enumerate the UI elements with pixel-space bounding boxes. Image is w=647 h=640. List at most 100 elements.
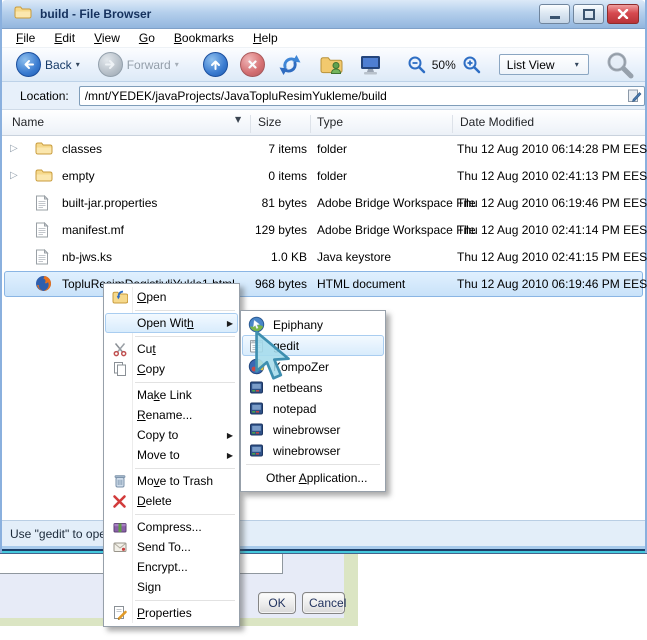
wine-app-icon: [246, 401, 266, 416]
table-row[interactable]: manifest.mf 129 bytes Adobe Bridge Works…: [2, 217, 647, 244]
wine-app-icon: [246, 443, 266, 458]
menu-item-copy-to[interactable]: Copy to ▶: [105, 425, 238, 445]
file-size: 1.0 KB: [270, 250, 307, 264]
submenu-arrow-icon: ▶: [226, 318, 233, 328]
location-action-icon[interactable]: [627, 88, 642, 106]
menu-item-label: Move to: [137, 448, 180, 462]
table-row[interactable]: ▷ classes 7 items folder Thu 12 Aug 2010…: [2, 136, 647, 163]
close-button[interactable]: [607, 4, 639, 24]
back-label: Back: [45, 57, 72, 72]
menu-file[interactable]: File: [16, 31, 35, 45]
table-row[interactable]: ▷ empty 0 items folder Thu 12 Aug 2010 0…: [2, 163, 647, 190]
column-divider[interactable]: [310, 115, 311, 133]
back-button[interactable]: Back ▾: [16, 52, 82, 77]
search-button[interactable]: [605, 50, 635, 80]
column-header-type[interactable]: Type: [317, 115, 343, 129]
file-date: Thu 12 Aug 2010 06:14:28 PM EEST: [457, 142, 647, 156]
back-dropdown-icon[interactable]: ▾: [76, 60, 80, 69]
file-name: manifest.mf: [62, 223, 125, 237]
file-name: empty: [62, 169, 95, 183]
titlebar[interactable]: build - File Browser: [2, 0, 645, 29]
home-folder-icon: [320, 56, 343, 74]
file-type: folder: [317, 142, 348, 156]
forward-icon: [97, 52, 123, 77]
ok-button[interactable]: OK: [258, 592, 296, 614]
file-date: Thu 12 Aug 2010 02:41:15 PM EEST: [457, 250, 647, 264]
search-icon: [607, 52, 634, 78]
menu-item-encrypt[interactable]: Encrypt...: [105, 557, 238, 577]
window-folder-icon: [14, 5, 32, 23]
zoom-out-icon: [408, 56, 425, 74]
submenu-item-other-application[interactable]: Other Application...: [242, 467, 384, 488]
menu-bookmarks[interactable]: Bookmarks: [174, 31, 234, 45]
menu-item-open-with[interactable]: Open With ▶: [105, 313, 238, 333]
forward-button[interactable]: Forward ▾: [97, 52, 181, 77]
file-name: nb-jws.ks: [62, 250, 113, 264]
menu-item-rename[interactable]: Rename...: [105, 405, 238, 425]
archive-icon: [109, 519, 130, 535]
maximize-button[interactable]: [573, 4, 604, 24]
menu-item-move-to-trash[interactable]: Move to Trash: [105, 471, 238, 491]
zoom-in-button[interactable]: [462, 55, 481, 74]
menu-item-compress[interactable]: Compress...: [105, 517, 238, 537]
sort-descending-icon: ▼: [235, 115, 242, 124]
column-header-date[interactable]: Date Modified: [460, 115, 534, 129]
submenu-item-label: Other Application...: [266, 470, 368, 485]
expander-icon[interactable]: ▷: [10, 170, 18, 181]
submenu-item-label: winebrowser: [273, 422, 341, 437]
menu-item-label: Make Link: [137, 388, 192, 402]
folder-icon: [35, 168, 53, 186]
menu-item-label: Move to Trash: [137, 474, 214, 488]
stop-button: [239, 52, 265, 77]
expander-icon[interactable]: ▷: [10, 143, 18, 154]
submenu-item-notepad[interactable]: notepad: [242, 398, 384, 419]
column-header-size[interactable]: Size: [258, 115, 281, 129]
up-button[interactable]: [202, 52, 228, 77]
maximize-icon: [582, 8, 595, 20]
menu-go[interactable]: Go: [139, 31, 155, 45]
firefox-icon: [35, 275, 52, 295]
menu-item-sign[interactable]: Sign: [105, 577, 238, 597]
close-icon: [617, 9, 629, 19]
column-header-name[interactable]: Name: [12, 115, 44, 129]
computer-button[interactable]: [357, 54, 383, 76]
file-size: 7 items: [268, 142, 307, 156]
menu-edit[interactable]: Edit: [54, 31, 75, 45]
toolbar: Back ▾ Forward ▾ 50% List View ▾: [2, 48, 645, 82]
view-mode-select[interactable]: List View ▾: [498, 54, 589, 75]
submenu-item-winebrowser[interactable]: winebrowser: [242, 419, 384, 440]
menu-help[interactable]: Help: [253, 31, 278, 45]
file-name: built-jar.properties: [62, 196, 158, 210]
file-name: classes: [62, 142, 103, 156]
table-row[interactable]: nb-jws.ks 1.0 KB Java keystore Thu 12 Au…: [2, 244, 647, 271]
submenu-item-winebrowser[interactable]: winebrowser: [242, 440, 384, 461]
menu-item-cut[interactable]: Cut: [105, 339, 238, 359]
cancel-button[interactable]: Cancel: [302, 592, 346, 614]
refresh-button[interactable]: [277, 53, 303, 77]
file-size: 81 bytes: [261, 196, 307, 210]
refresh-icon: [279, 54, 301, 75]
menu-item-properties[interactable]: Properties: [105, 603, 238, 623]
file-size: 129 bytes: [254, 223, 307, 237]
home-folder-button[interactable]: [319, 54, 345, 76]
menu-item-copy[interactable]: Copy: [105, 359, 238, 379]
file-type: Java keystore: [317, 250, 392, 264]
file-icon: [35, 194, 49, 214]
file-type: HTML document: [317, 277, 406, 291]
menu-item-send-to[interactable]: Send To...: [105, 537, 238, 557]
zoom-out-button[interactable]: [407, 55, 426, 74]
column-divider[interactable]: [250, 115, 251, 133]
column-divider[interactable]: [452, 115, 453, 133]
file-size: 0 items: [268, 169, 307, 183]
menu-item-make-link[interactable]: Make Link: [105, 385, 238, 405]
menu-item-open[interactable]: Open: [105, 287, 238, 307]
menu-item-delete[interactable]: Delete: [105, 491, 238, 511]
minimize-button[interactable]: [539, 4, 570, 24]
location-input[interactable]: [78, 85, 645, 106]
menu-view[interactable]: View: [94, 31, 120, 45]
table-row-selected[interactable]: TopluResimDegistivliYukle1.html 968 byte…: [2, 271, 647, 298]
menu-item-label: Delete: [137, 494, 172, 508]
file-date: Thu 12 Aug 2010 02:41:13 PM EEST: [457, 169, 647, 183]
menu-item-move-to[interactable]: Move to ▶: [105, 445, 238, 465]
table-row[interactable]: built-jar.properties 81 bytes Adobe Brid…: [2, 190, 647, 217]
